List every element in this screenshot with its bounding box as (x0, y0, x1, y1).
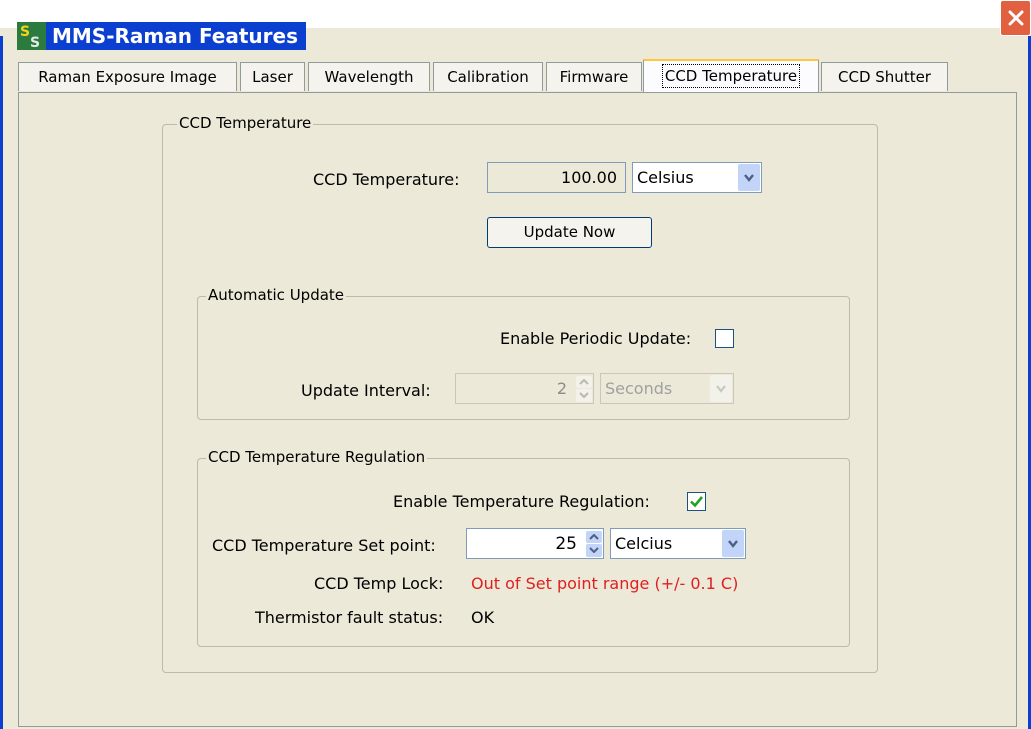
setpoint-unit-select[interactable]: Celcius (610, 528, 746, 559)
app-logo-icon: S S (17, 22, 49, 51)
tab-wavelength[interactable]: Wavelength (308, 62, 430, 91)
close-button[interactable] (1000, 0, 1031, 36)
update-interval-value: 2 (556, 379, 567, 398)
tab-ccd-temperature[interactable]: CCD Temperature (643, 59, 819, 92)
tab-calibration[interactable]: Calibration (433, 62, 543, 91)
ccd-temperature-group-title: CCD Temperature (177, 114, 314, 132)
spinner-arrows-icon[interactable] (576, 375, 592, 402)
ccd-temperature-value: 100.00 (487, 162, 626, 193)
update-interval-label: Update Interval: (301, 381, 431, 400)
close-icon (1007, 9, 1025, 27)
temperature-regulation-group-title: CCD Temperature Regulation (206, 448, 428, 466)
checkmark-icon (690, 496, 704, 508)
window-title: MMS-Raman Features (46, 22, 306, 50)
enable-periodic-update-label: Enable Periodic Update: (500, 329, 692, 348)
enable-temperature-regulation-label: Enable Temperature Regulation: (393, 492, 650, 511)
tab-ccd-shutter[interactable]: CCD Shutter (821, 62, 948, 91)
setpoint-value: 25 (555, 534, 577, 554)
temp-lock-label: CCD Temp Lock: (314, 574, 444, 593)
thermistor-fault-label: Thermistor fault status: (255, 608, 444, 627)
setpoint-unit-value: Celcius (615, 534, 673, 553)
tab-raman-exposure-image[interactable]: Raman Exposure Image (18, 62, 237, 91)
update-interval-unit-select[interactable]: Seconds (600, 373, 734, 404)
setpoint-spinner[interactable]: 25 (466, 528, 604, 559)
tab-ccd-temperature-label: CCD Temperature (661, 64, 801, 88)
automatic-update-group-title: Automatic Update (206, 286, 347, 304)
enable-temperature-regulation-checkbox[interactable] (687, 492, 706, 511)
update-interval-spinner[interactable]: 2 (455, 373, 594, 404)
window-border-left (0, 36, 3, 729)
update-now-button[interactable]: Update Now (487, 217, 652, 248)
features-window: S S MMS-Raman Features Raman Exposure Im… (0, 0, 1031, 729)
chevron-down-icon[interactable] (738, 164, 760, 191)
ccd-temperature-label: CCD Temperature: (313, 170, 460, 189)
temp-lock-status: Out of Set point range (+/- 0.1 C) (471, 574, 739, 593)
chevron-down-icon[interactable] (722, 530, 744, 557)
tab-laser[interactable]: Laser (240, 62, 305, 91)
update-interval-unit-value: Seconds (605, 379, 673, 398)
spinner-arrows-icon[interactable] (586, 530, 602, 557)
thermistor-fault-status: OK (471, 608, 495, 627)
ccd-temperature-unit-select[interactable]: Celsius (632, 162, 762, 193)
chevron-down-icon[interactable] (710, 375, 732, 402)
ccd-temperature-unit-value: Celsius (637, 168, 694, 187)
tab-firmware[interactable]: Firmware (546, 62, 642, 91)
setpoint-label: CCD Temperature Set point: (212, 536, 436, 555)
svg-text:S: S (20, 24, 30, 40)
enable-periodic-update-checkbox[interactable] (715, 329, 734, 348)
svg-text:S: S (30, 35, 40, 50)
